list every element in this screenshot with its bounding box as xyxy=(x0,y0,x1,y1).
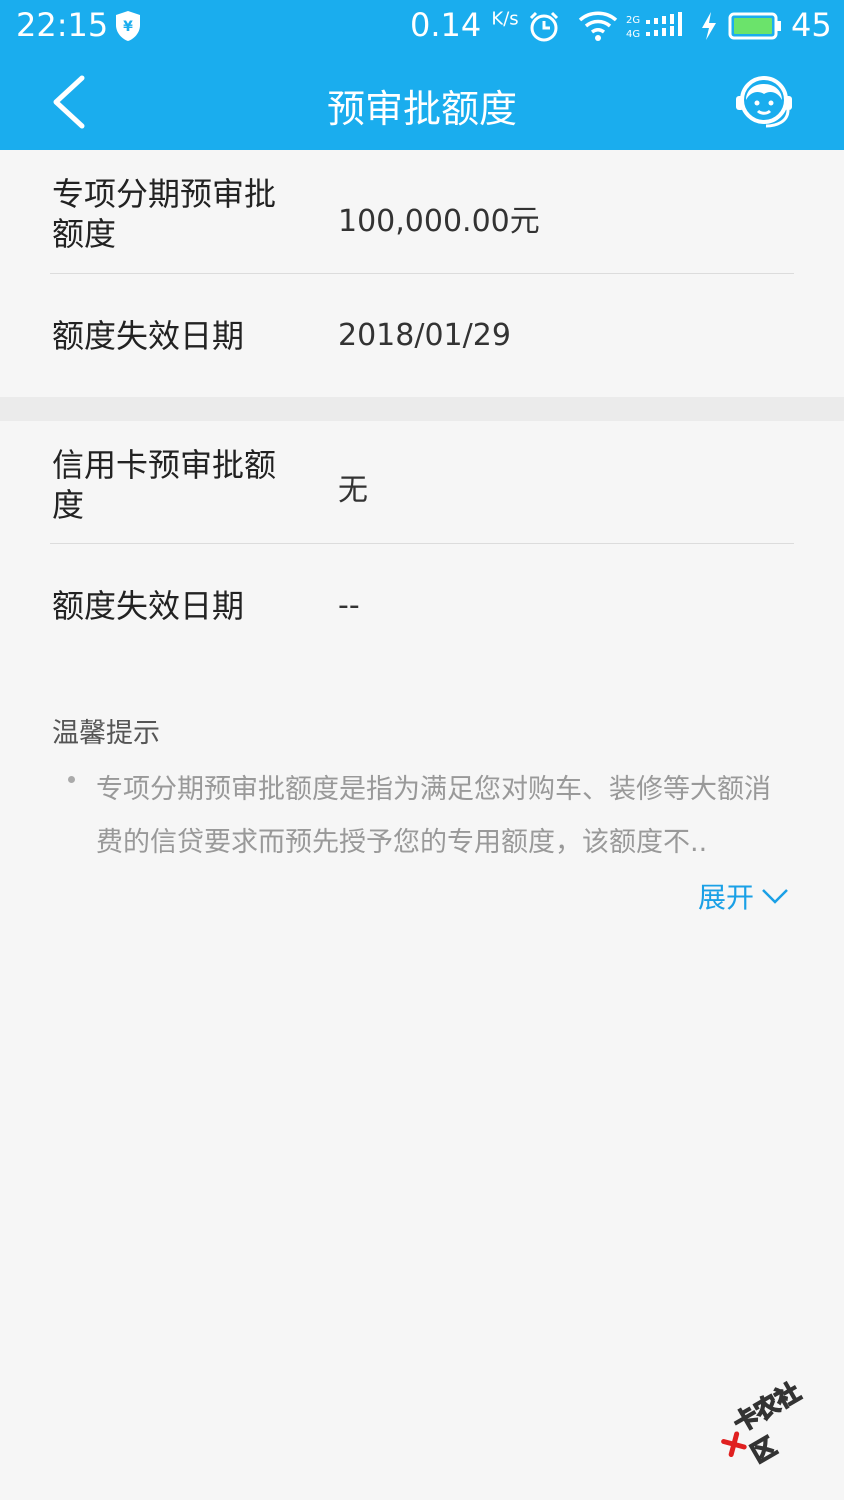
quota-expiry-row: 额度失效日期 2018/01/29 xyxy=(0,274,844,398)
header-bar: 预审批额度 xyxy=(0,52,844,150)
charging-icon xyxy=(700,11,718,45)
status-bar: 22:15 ¥ 0.14 K/s 2G 4G 45 xyxy=(0,0,844,52)
section-gap xyxy=(0,397,844,421)
row-value: -- xyxy=(338,588,360,623)
row-label: 专项分期预审批额度 xyxy=(52,175,277,253)
battery-icon xyxy=(728,11,782,45)
watermark: 卡农社区 xyxy=(707,1368,830,1480)
expand-button[interactable]: 展开 xyxy=(698,876,790,916)
tips-title: 温馨提示 xyxy=(52,718,160,749)
special-installment-quota-row: 专项分期预审批额度 100,000.00元 xyxy=(0,150,844,274)
battery-level: 45 xyxy=(791,6,832,44)
svg-text:2G: 2G xyxy=(626,15,640,26)
net-speed-value: 0.14 xyxy=(410,6,482,44)
net-speed-unit: K/s xyxy=(491,8,519,30)
alarm-icon xyxy=(527,10,561,48)
signal-icon: 2G 4G xyxy=(626,12,686,44)
row-label: 信用卡预审批额度 xyxy=(52,446,277,524)
row-label: 额度失效日期 xyxy=(52,587,245,625)
status-time: 22:15 xyxy=(16,6,109,44)
row-value: 2018/01/29 xyxy=(338,318,511,353)
svg-text:¥: ¥ xyxy=(123,19,133,35)
row-value: 无 xyxy=(338,473,368,508)
tips-text: 专项分期预审批额度是指为满足您对购车、装修等大额消费的信贷要求而预先授予您的专用… xyxy=(96,774,771,858)
quota-expiry-row: 额度失效日期 -- xyxy=(0,544,844,668)
row-label: 额度失效日期 xyxy=(52,317,245,355)
shield-yen-icon: ¥ xyxy=(114,10,142,46)
credit-card-quota-row: 信用卡预审批额度 无 xyxy=(0,421,844,544)
net-speed: 0.14 K/s xyxy=(410,6,519,44)
bullet-icon xyxy=(68,776,75,783)
customer-service-button[interactable] xyxy=(732,70,796,138)
row-value: 100,000.00元 xyxy=(338,204,540,239)
svg-text:4G: 4G xyxy=(626,29,640,40)
chevron-down-icon xyxy=(762,889,788,904)
wifi-icon xyxy=(578,10,618,46)
customer-service-icon xyxy=(736,76,792,128)
expand-label: 展开 xyxy=(698,881,755,914)
page-title: 预审批额度 xyxy=(326,87,517,131)
